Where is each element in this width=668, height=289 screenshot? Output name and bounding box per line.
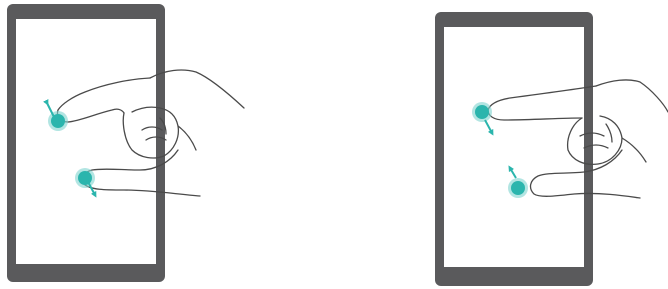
tablet-screen-left <box>16 19 156 264</box>
touch-point-left-upper <box>48 111 68 131</box>
pinch-in-gesture <box>435 12 668 286</box>
touch-point-right-upper <box>472 102 492 122</box>
pinch-out-gesture <box>7 4 245 282</box>
touch-point-left-lower <box>75 168 95 188</box>
tablet-screen-right <box>444 27 584 267</box>
touch-point-right-lower <box>508 178 528 198</box>
gesture-illustration <box>7 4 668 286</box>
